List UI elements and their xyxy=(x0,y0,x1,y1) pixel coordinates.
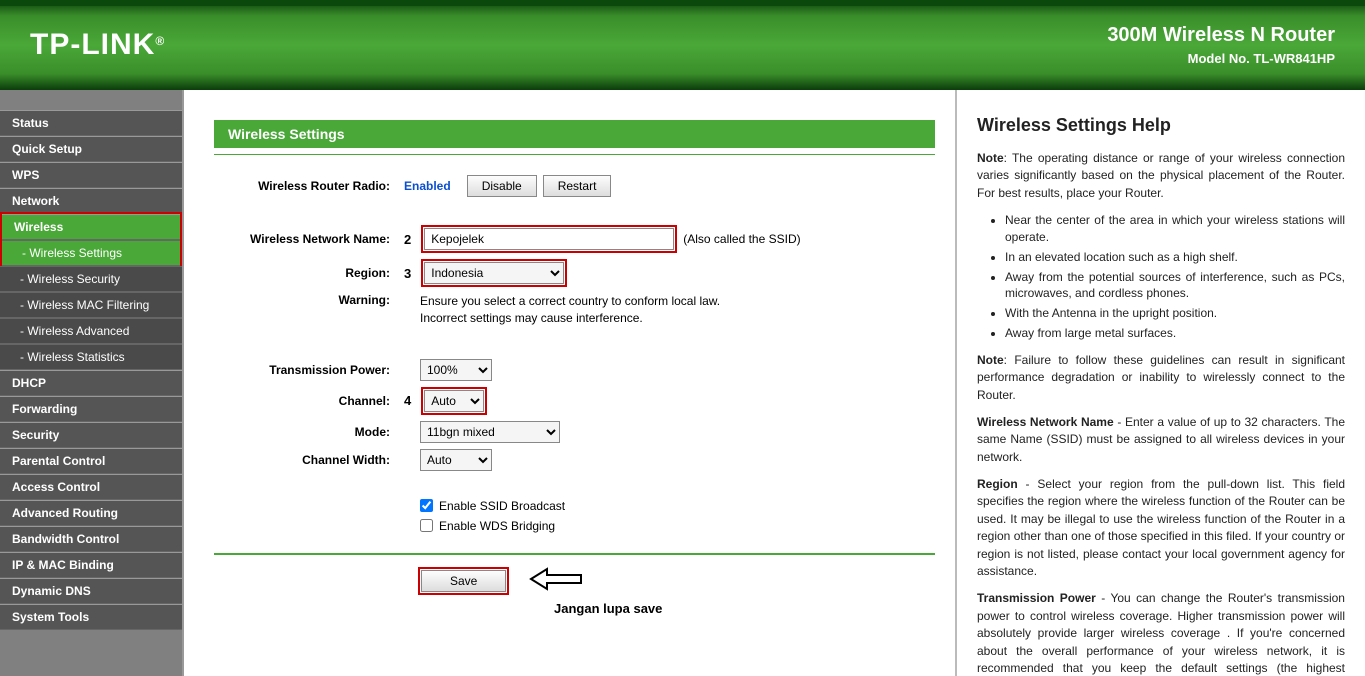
width-label: Channel Width: xyxy=(214,453,404,467)
help-p2: Note: Failure to follow these guidelines… xyxy=(977,352,1345,404)
help-li4: With the Antenna in the upright position… xyxy=(1005,305,1345,322)
nav-system[interactable]: System Tools xyxy=(0,604,182,630)
help-p3: Wireless Network Name - Enter a value of… xyxy=(977,414,1345,466)
region-highlight: Indonesia xyxy=(421,259,567,287)
wds-label: Enable WDS Bridging xyxy=(439,519,555,533)
save-note: Jangan lupa save xyxy=(554,601,935,616)
wds-checkbox[interactable] xyxy=(420,519,433,532)
nav-network[interactable]: Network xyxy=(0,188,182,214)
header-model: Model No. TL-WR841HP xyxy=(1107,51,1335,66)
panel-title: Wireless Settings xyxy=(214,120,935,148)
help-list: Near the center of the area in which you… xyxy=(1005,212,1345,342)
mode-label: Mode: xyxy=(214,425,404,439)
help-p1: Note: The operating distance or range of… xyxy=(977,150,1345,202)
help-panel: Wireless Settings Help Note: The operati… xyxy=(955,90,1365,676)
save-button[interactable]: Save xyxy=(421,570,506,592)
region-select[interactable]: Indonesia xyxy=(424,262,564,284)
help-p4: Region - Select your region from the pul… xyxy=(977,476,1345,580)
nav-forwarding[interactable]: Forwarding xyxy=(0,396,182,422)
nav-ip-mac[interactable]: IP & MAC Binding xyxy=(0,552,182,578)
ssid-label: Wireless Network Name: xyxy=(214,232,404,246)
nav-wireless-settings[interactable]: - Wireless Settings xyxy=(2,240,180,266)
ssid-broadcast-checkbox[interactable] xyxy=(420,499,433,512)
header: TP-LINK® 300M Wireless N Router Model No… xyxy=(0,0,1365,90)
nav-wireless-security[interactable]: - Wireless Security xyxy=(0,266,182,292)
warning-text-1: Ensure you select a correct country to c… xyxy=(420,293,720,310)
help-li3: Away from the potential sources of inter… xyxy=(1005,269,1345,303)
main-panel: 1 Wireless Settings Wireless Router Radi… xyxy=(184,90,955,676)
header-title: 300M Wireless N Router xyxy=(1107,24,1335,47)
annotation-2: 2 xyxy=(404,232,411,247)
nav-dhcp[interactable]: DHCP xyxy=(0,370,182,396)
tx-select[interactable]: 100% xyxy=(420,359,492,381)
annotation-4: 4 xyxy=(404,393,411,408)
tx-label: Transmission Power: xyxy=(214,363,404,377)
brand-logo: TP-LINK® xyxy=(30,28,165,62)
sidebar: Status Quick Setup WPS Network Wireless … xyxy=(0,90,184,676)
warning-text-2: Incorrect settings may cause interferenc… xyxy=(420,310,720,327)
help-p5: Transmission Power - You can change the … xyxy=(977,590,1345,676)
save-highlight: Save xyxy=(418,567,509,595)
divider-bottom xyxy=(214,553,935,555)
nav-security[interactable]: Security xyxy=(0,422,182,448)
nav-wireless-mac[interactable]: - Wireless MAC Filtering xyxy=(0,292,182,318)
nav-quick-setup[interactable]: Quick Setup xyxy=(0,136,182,162)
ssid-hint: (Also called the SSID) xyxy=(683,232,800,246)
channel-label: Channel: xyxy=(214,394,404,408)
nav-wireless-stats[interactable]: - Wireless Statistics xyxy=(0,344,182,370)
restart-button[interactable]: Restart xyxy=(543,175,612,197)
disable-button[interactable]: Disable xyxy=(467,175,537,197)
region-label: Region: xyxy=(214,266,404,280)
ssid-highlight xyxy=(421,225,677,253)
ssid-broadcast-label: Enable SSID Broadcast xyxy=(439,499,565,513)
nav-wireless-highlight: Wireless - Wireless Settings xyxy=(0,212,182,268)
nav-access[interactable]: Access Control xyxy=(0,474,182,500)
nav-parental[interactable]: Parental Control xyxy=(0,448,182,474)
width-select[interactable]: Auto xyxy=(420,449,492,471)
nav-wireless[interactable]: Wireless xyxy=(2,214,180,240)
mode-select[interactable]: 11bgn mixed xyxy=(420,421,560,443)
annotation-3: 3 xyxy=(404,266,411,281)
arrow-left-icon xyxy=(529,567,584,594)
help-li1: Near the center of the area in which you… xyxy=(1005,212,1345,246)
nav-bandwidth[interactable]: Bandwidth Control xyxy=(0,526,182,552)
nav-status[interactable]: Status xyxy=(0,110,182,136)
channel-highlight: Auto xyxy=(421,387,487,415)
nav-adv-routing[interactable]: Advanced Routing xyxy=(0,500,182,526)
warning-label: Warning: xyxy=(214,293,404,307)
help-li5: Away from large metal surfaces. xyxy=(1005,325,1345,342)
nav-ddns[interactable]: Dynamic DNS xyxy=(0,578,182,604)
help-li2: In an elevated location such as a high s… xyxy=(1005,249,1345,266)
nav-wps[interactable]: WPS xyxy=(0,162,182,188)
radio-status: Enabled xyxy=(404,179,451,193)
channel-select[interactable]: Auto xyxy=(424,390,484,412)
header-right: 300M Wireless N Router Model No. TL-WR84… xyxy=(1107,24,1335,66)
divider xyxy=(214,154,935,155)
radio-label: Wireless Router Radio: xyxy=(214,179,404,193)
nav-wireless-advanced[interactable]: - Wireless Advanced xyxy=(0,318,182,344)
ssid-input[interactable] xyxy=(424,228,674,250)
help-title: Wireless Settings Help xyxy=(977,115,1345,136)
